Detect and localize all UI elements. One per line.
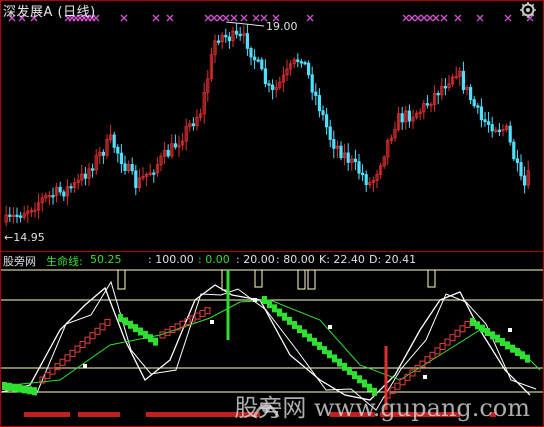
main-chart-panel [0, 0, 544, 252]
level-0-label: : 0.00 [198, 253, 230, 266]
lifeline-value: 50.25 [90, 253, 122, 266]
lifeline-label: 生命线: [46, 255, 83, 268]
low-price-label: ←14.95 [4, 231, 45, 244]
high-price-label: 19.00 [266, 20, 298, 33]
indicator-name: 股旁网 [3, 255, 36, 268]
level-100-label: : 100.00 [148, 253, 194, 266]
level-20-label: : 20.00 [236, 253, 275, 266]
window-title: 深发展A (日线) [3, 5, 96, 20]
chart-window[interactable]: 深发展A (日线) 19.00 ←14.95 股旁网 生命线: 50.25 : … [0, 0, 544, 427]
watermark: 股旁网 www.gupang.com [234, 394, 530, 422]
d-value-label: D: 20.41 [369, 253, 417, 266]
level-80-label: : 80.00 [276, 253, 315, 266]
gear-icon[interactable] [520, 2, 536, 18]
k-value-label: K: 22.40 [319, 253, 365, 266]
